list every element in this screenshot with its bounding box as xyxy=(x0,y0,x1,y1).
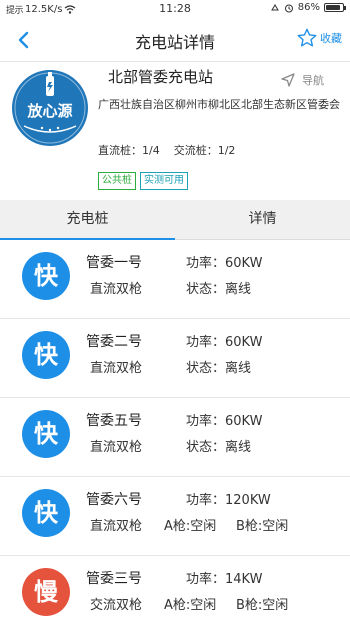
station-logo: 放心源 xyxy=(12,70,88,146)
status-bar: 提示 12.5K/s 11:28 86% xyxy=(0,0,350,18)
pile-counts: 直流桩：1/4 交流桩：1/2 xyxy=(98,142,235,158)
charger-status: 状态：离线 xyxy=(186,440,252,455)
tab-bar: 充电桩 详情 xyxy=(0,200,350,240)
alarm-icon xyxy=(284,4,293,12)
charger-type: 交流双枪 xyxy=(90,598,143,613)
battery-icon xyxy=(324,3,346,12)
tag-public: 公共桩 xyxy=(98,172,136,190)
navigation-arrow-icon xyxy=(281,73,295,87)
gun-b-status: B枪:空闲 xyxy=(236,598,289,613)
fast-charge-badge: 快 xyxy=(22,410,70,458)
fast-charge-badge: 快 xyxy=(22,331,70,379)
slow-charge-badge: 慢 xyxy=(22,568,70,616)
fast-charge-badge: 快 xyxy=(22,489,70,537)
charger-type: 直流双枪 xyxy=(90,282,143,297)
gun-a-status: A枪:空闲 xyxy=(164,519,217,534)
charger-power: 功率：14KW xyxy=(186,572,263,587)
charger-name: 管委三号 xyxy=(86,571,142,587)
star-icon xyxy=(297,28,317,47)
charger-status: 状态：离线 xyxy=(186,282,252,297)
battery-fill xyxy=(326,5,340,10)
tag-verified: 实测可用 xyxy=(140,172,188,190)
station-name: 北部管委充电站 xyxy=(108,68,214,86)
station-card: 放心源 北部管委充电站 导航 广西壮族自治区柳州市柳北区北部生态新区管委会 直流… xyxy=(0,62,350,200)
charger-power: 功率：60KW xyxy=(186,335,263,350)
tab-details[interactable]: 详情 xyxy=(175,200,350,239)
tab-chargers[interactable]: 充电桩 xyxy=(0,200,175,240)
gun-a-status: A枪:空闲 xyxy=(164,598,217,613)
battery-percent: 86% xyxy=(297,2,320,13)
charger-name: 管委二号 xyxy=(86,334,142,350)
navigate-button[interactable]: 导航 xyxy=(280,72,324,88)
fast-charge-badge: 快 xyxy=(22,252,70,300)
charger-name: 管委五号 xyxy=(86,413,142,429)
charger-type: 直流双枪 xyxy=(90,361,143,376)
silent-icon xyxy=(270,3,279,10)
station-tags: 公共桩 实测可用 xyxy=(98,172,188,190)
ac-pile-count: 交流桩：1/2 xyxy=(173,144,236,157)
charger-type: 直流双枪 xyxy=(90,519,143,534)
charger-power: 功率：60KW xyxy=(186,256,263,271)
status-right: 86% xyxy=(270,2,346,13)
favorite-label: 收藏 xyxy=(320,32,342,45)
charger-name: 管委一号 xyxy=(86,255,142,271)
charger-row-5[interactable]: 慢 管委三号 交流双枪 功率：14KW A枪:空闲 B枪:空闲 xyxy=(0,556,350,622)
charger-type: 直流双枪 xyxy=(90,440,143,455)
navigate-label: 导航 xyxy=(302,74,324,87)
gun-b-status: B枪:空闲 xyxy=(236,519,289,534)
app-header: 充电站详情 收藏 xyxy=(0,18,350,62)
charger-row-4[interactable]: 快 管委六号 直流双枪 功率：120KW A枪:空闲 B枪:空闲 xyxy=(0,477,350,556)
charger-name: 管委六号 xyxy=(86,492,142,508)
charger-power: 功率：120KW xyxy=(186,493,271,508)
station-address: 广西壮族自治区柳州市柳北区北部生态新区管委会 xyxy=(98,98,340,111)
dc-pile-count: 直流桩：1/4 xyxy=(98,144,160,157)
charger-list: 快 管委一号 直流双枪 功率：60KW 状态：离线 快 管委二号 直流双枪 功率… xyxy=(0,240,350,622)
logo-text: 放心源 xyxy=(27,102,73,120)
charger-row-3[interactable]: 快 管委五号 直流双枪 功率：60KW 状态：离线 xyxy=(0,398,350,477)
charger-row-2[interactable]: 快 管委二号 直流双枪 功率：60KW 状态：离线 xyxy=(0,319,350,398)
charger-status: 状态：离线 xyxy=(186,361,252,376)
favorite-button[interactable]: 收藏 xyxy=(296,27,342,49)
charger-power: 功率：60KW xyxy=(186,414,263,429)
charger-row-1[interactable]: 快 管委一号 直流双枪 功率：60KW 状态：离线 xyxy=(0,240,350,319)
